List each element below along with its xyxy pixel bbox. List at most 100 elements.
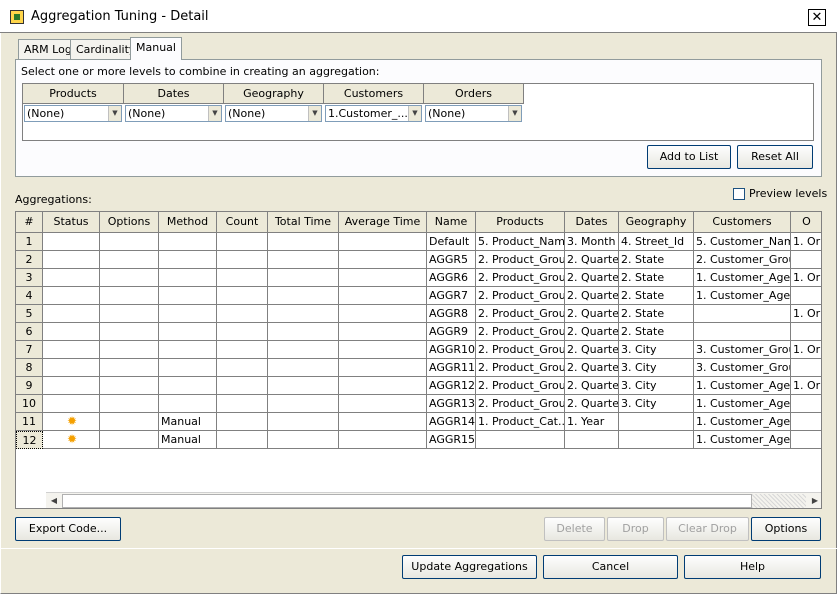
row-header[interactable]: 2 [16, 251, 43, 269]
table-cell[interactable] [43, 359, 100, 377]
table-cell[interactable] [100, 233, 159, 251]
table-cell[interactable] [217, 377, 268, 395]
table-cell[interactable]: 3. City [619, 395, 694, 413]
row-header[interactable]: 6 [16, 323, 43, 341]
table-cell[interactable]: 2. Product_Group [476, 341, 565, 359]
table-cell[interactable] [43, 233, 100, 251]
chevron-down-icon[interactable]: ▼ [108, 106, 121, 121]
help-button[interactable]: Help [684, 555, 821, 579]
table-cell[interactable] [268, 341, 339, 359]
table-cell[interactable] [339, 323, 427, 341]
row-header[interactable]: 3 [16, 269, 43, 287]
table-cell[interactable] [339, 413, 427, 431]
table-cell[interactable] [100, 359, 159, 377]
table-cell[interactable] [268, 287, 339, 305]
tab-manual[interactable]: Manual [130, 37, 182, 60]
table-cell[interactable]: 5. Product_Name [476, 233, 565, 251]
scroll-left-icon[interactable]: ◀ [46, 493, 62, 508]
row-header[interactable]: 8 [16, 359, 43, 377]
table-cell[interactable]: 1. Product_Cat... [476, 413, 565, 431]
table-cell[interactable]: 2. Product_Group [476, 305, 565, 323]
chevron-down-icon[interactable]: ▼ [408, 106, 421, 121]
table-cell[interactable]: 1. Customer_Age [694, 395, 791, 413]
table-cell[interactable]: 3. City [619, 341, 694, 359]
table-cell[interactable] [217, 323, 268, 341]
table-cell[interactable] [159, 395, 217, 413]
table-cell[interactable] [159, 269, 217, 287]
table-cell[interactable] [339, 395, 427, 413]
row-header[interactable]: 10 [16, 395, 43, 413]
table-cell[interactable]: AGGR13 [427, 395, 476, 413]
table-cell[interactable] [217, 269, 268, 287]
table-cell[interactable]: AGGR11 [427, 359, 476, 377]
col-header-name[interactable]: Name [427, 212, 476, 233]
table-cell[interactable] [43, 251, 100, 269]
table-cell[interactable] [268, 269, 339, 287]
row-header[interactable]: 7 [16, 341, 43, 359]
table-cell[interactable]: 2. Product_Group [476, 395, 565, 413]
table-cell[interactable] [159, 377, 217, 395]
row-header[interactable]: 1 [16, 233, 43, 251]
table-cell[interactable] [339, 359, 427, 377]
table-cell[interactable] [268, 323, 339, 341]
scrollbar-track[interactable] [752, 494, 806, 508]
table-cell[interactable]: 2. Quarter [565, 251, 619, 269]
scrollbar-thumb[interactable] [62, 494, 752, 508]
table-cell[interactable]: 3. Customer_Group [694, 341, 791, 359]
table-cell[interactable] [100, 251, 159, 269]
table-cell[interactable]: 2. Quarter [565, 377, 619, 395]
table-cell[interactable]: 2. Quarter [565, 287, 619, 305]
table-cell[interactable]: 1. Or [791, 233, 821, 251]
table-cell[interactable]: 3. City [619, 359, 694, 377]
table-cell[interactable]: 2. Quarter [565, 269, 619, 287]
table-cell[interactable] [100, 287, 159, 305]
table-cell[interactable] [159, 305, 217, 323]
delete-button[interactable]: Delete [544, 517, 605, 541]
col-header-orders[interactable]: O [791, 212, 821, 233]
dates-level-dropdown[interactable]: (None) ▼ [125, 105, 222, 122]
table-cell[interactable]: 4. Street_Id [619, 233, 694, 251]
tab-arm-log[interactable]: ARM Log [18, 39, 78, 59]
table-cell[interactable] [159, 323, 217, 341]
add-to-list-button[interactable]: Add to List [647, 145, 731, 169]
row-header[interactable]: 12 [16, 431, 43, 449]
table-cell[interactable]: 2. Quarter [565, 395, 619, 413]
table-cell[interactable]: 1. Or [791, 305, 821, 323]
table-cell[interactable]: 2. State [619, 251, 694, 269]
table-cell[interactable] [791, 395, 821, 413]
table-cell[interactable]: AGGR6 [427, 269, 476, 287]
status-cell[interactable]: ✹ [43, 413, 100, 431]
table-cell[interactable]: 1. Or [791, 377, 821, 395]
table-cell[interactable] [339, 233, 427, 251]
table-cell[interactable]: 1. Customer_Age [694, 269, 791, 287]
aggregations-grid[interactable]: ◀ ▶ # Status Options Method Count Total Time A… [15, 211, 822, 509]
table-cell[interactable] [619, 413, 694, 431]
table-cell[interactable] [694, 323, 791, 341]
table-cell[interactable]: 2. Quarter [565, 341, 619, 359]
table-cell[interactable]: 2. Product_Group [476, 377, 565, 395]
table-cell[interactable] [100, 377, 159, 395]
table-cell[interactable] [217, 395, 268, 413]
table-cell[interactable] [339, 341, 427, 359]
table-cell[interactable] [339, 251, 427, 269]
table-cell[interactable]: 2. Product_Group [476, 251, 565, 269]
table-cell[interactable]: AGGR9 [427, 323, 476, 341]
table-cell[interactable]: Manual [159, 413, 217, 431]
table-cell[interactable] [100, 395, 159, 413]
table-cell[interactable]: AGGR14 [427, 413, 476, 431]
drop-button[interactable]: Drop [607, 517, 664, 541]
table-cell[interactable]: 2. Product_Group [476, 323, 565, 341]
table-cell[interactable] [339, 287, 427, 305]
table-cell[interactable]: 1. Customer_Age [694, 431, 791, 449]
geography-level-dropdown[interactable]: (None) ▼ [225, 105, 322, 122]
row-header[interactable]: 11 [16, 413, 43, 431]
table-cell[interactable] [268, 395, 339, 413]
table-cell[interactable] [217, 431, 268, 449]
table-cell[interactable]: 1. Or [791, 269, 821, 287]
table-cell[interactable]: AGGR15 [427, 431, 476, 449]
table-cell[interactable]: 1. Customer_Age [694, 287, 791, 305]
table-cell[interactable] [791, 413, 821, 431]
col-header-status[interactable]: Status [43, 212, 100, 233]
options-button[interactable]: Options [751, 517, 821, 541]
table-cell[interactable] [100, 305, 159, 323]
